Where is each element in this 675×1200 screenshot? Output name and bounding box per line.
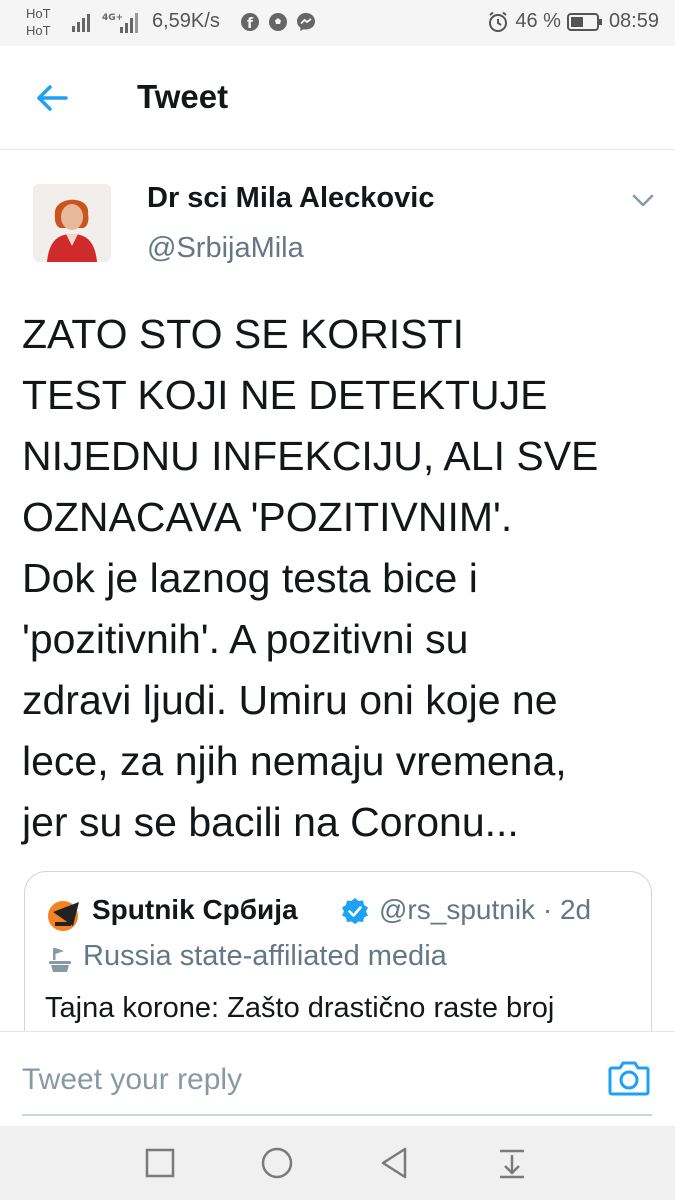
tweet-text: ZATO STO SE KORISTI TEST KOJI NE DETEKTU… — [22, 311, 599, 845]
status-right: 46 % 08:59 — [487, 10, 659, 33]
quoted-author-name: Sputnik Србија — [92, 894, 298, 925]
podium-flag-icon — [49, 948, 71, 972]
battery-percent: 46 % — [515, 10, 561, 32]
author-name[interactable]: Dr sci Mila Aleckovic — [147, 182, 434, 215]
svg-text:4G+: 4G+ — [102, 13, 123, 23]
battery-icon — [566, 12, 602, 31]
signal-4g-icon: 4G+ — [102, 13, 138, 33]
page-title: Tweet — [137, 78, 229, 115]
quoted-text: Tajna korone: Zašto drastično raste broj — [45, 992, 555, 1024]
notification-pulldown-icon[interactable] — [495, 1146, 529, 1180]
system-nav-bar — [0, 1126, 675, 1200]
quoted-age: 2d — [559, 894, 592, 925]
top-header: Tweet — [0, 46, 675, 150]
back-triangle-icon[interactable] — [378, 1146, 412, 1180]
reply-input[interactable] — [22, 1050, 582, 1110]
alarm-icon — [489, 11, 508, 32]
home-circle-icon[interactable] — [260, 1146, 294, 1180]
camera-icon[interactable] — [608, 1058, 650, 1096]
net-speed: 6,59K/s — [152, 10, 220, 32]
meta-separator: · — [542, 894, 553, 925]
back-arrow-icon[interactable] — [34, 80, 70, 116]
recents-square-icon[interactable] — [143, 1146, 177, 1180]
soccer-icon — [269, 13, 287, 31]
reply-underline — [22, 1114, 652, 1116]
avatar[interactable] — [33, 184, 111, 262]
sputnik-logo-icon — [48, 901, 79, 931]
avatar-image — [33, 184, 111, 262]
facebook-icon: f — [241, 13, 259, 32]
carrier-labels: HoT HoT — [26, 5, 51, 39]
chevron-down-icon[interactable] — [630, 190, 656, 210]
messenger-icon — [297, 13, 315, 31]
author-handle[interactable]: @SrbijaMila — [147, 232, 304, 265]
signal-icon — [72, 14, 90, 32]
clock: 08:59 — [608, 10, 659, 32]
reply-bar — [0, 1031, 675, 1126]
carrier-label-1: HoT — [26, 6, 51, 21]
quoted-meta: @rs_sputnik · 2d — [379, 894, 591, 926]
verified-badge-icon — [342, 898, 368, 924]
svg-text:f: f — [247, 16, 254, 32]
quoted-handle: @rs_sputnik — [379, 894, 536, 925]
status-bar: HoT HoT 4G+ 6,59K/s f 46 % 08:59 — [0, 0, 675, 46]
state-media-label: Russia state-affiliated media — [83, 940, 447, 972]
carrier-label-2: HoT — [26, 23, 51, 38]
